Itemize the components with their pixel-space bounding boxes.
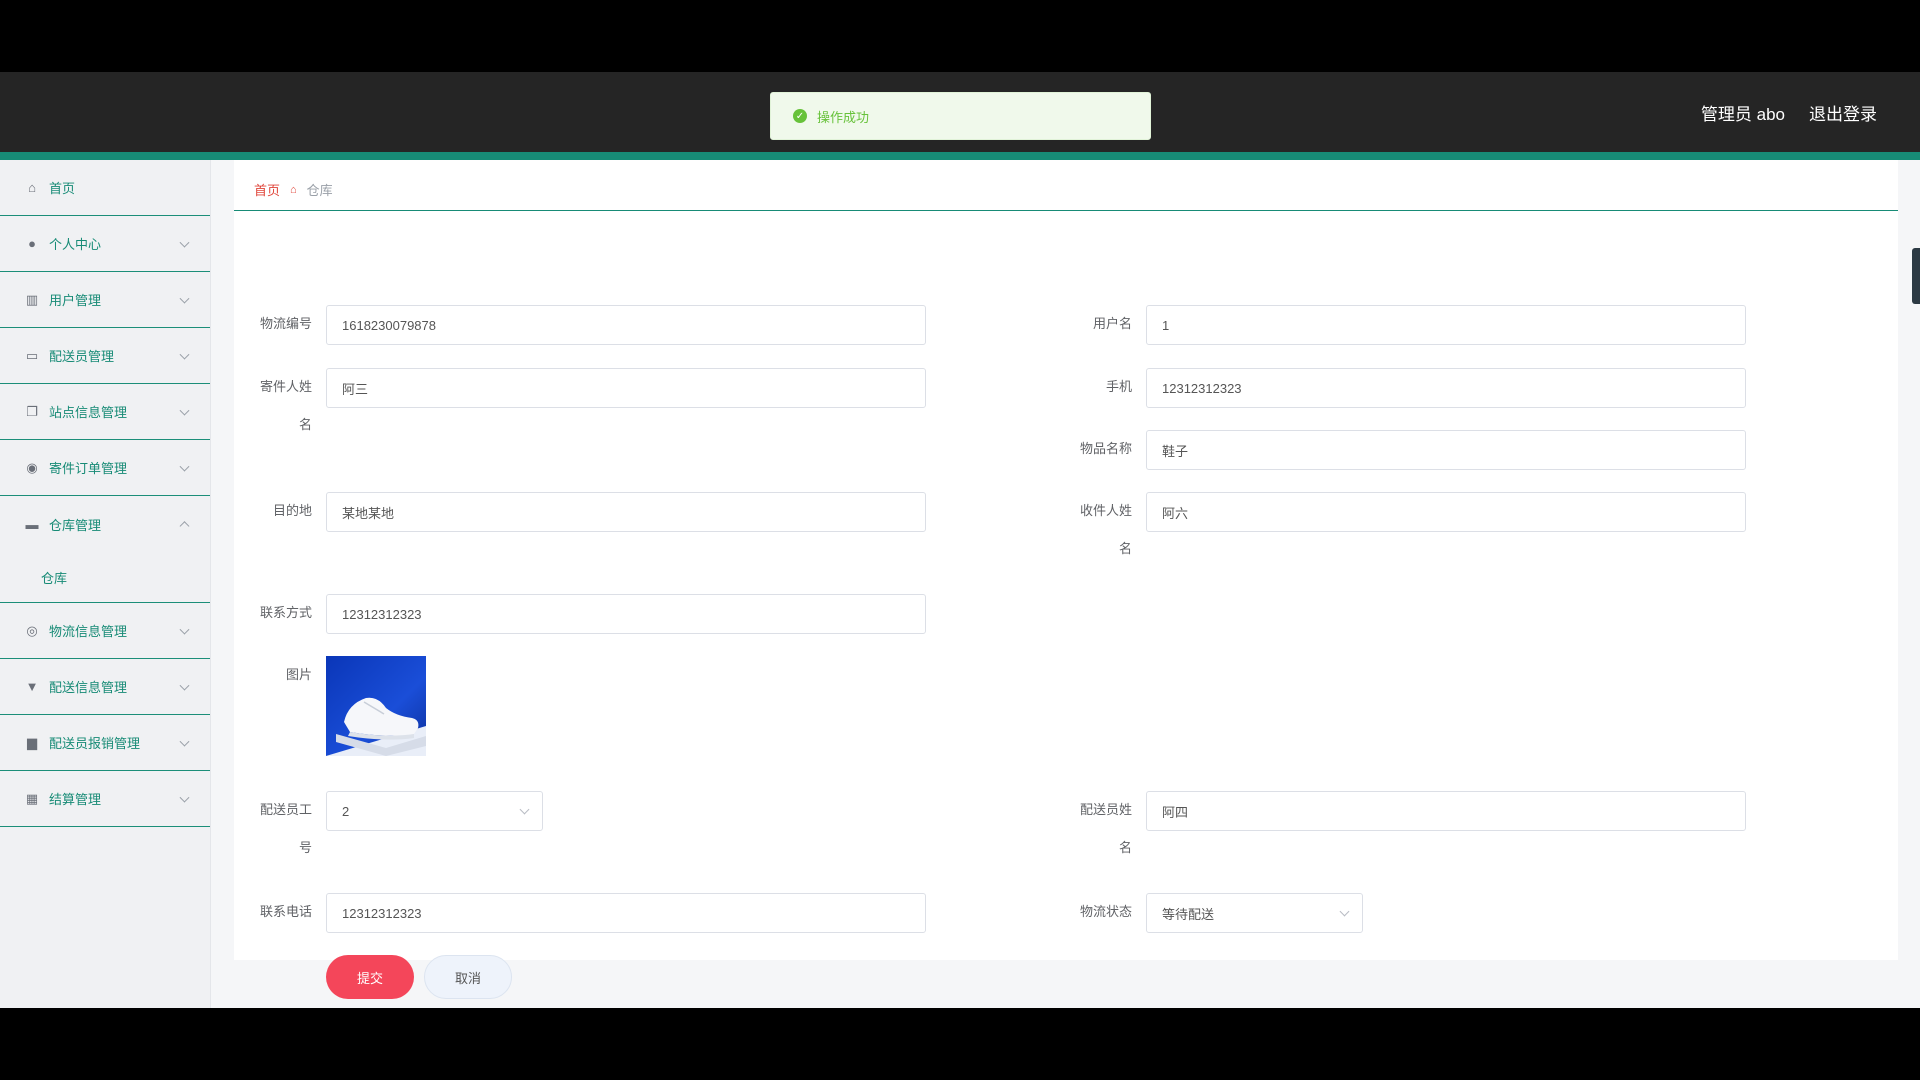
username-label: 用户名 <box>1092 316 1132 331</box>
cancel-button[interactable]: 取消 <box>424 955 512 999</box>
sidebar-item-label: 首页 <box>49 181 76 196</box>
chevron-down-icon <box>179 461 190 472</box>
printer-icon: ▆ <box>27 734 37 750</box>
status-label: 物流状态 <box>1079 904 1132 919</box>
sidebar: ⌂ 首页 ● 个人中心 ▥ 用户管理 ▭ 配送员管理 ❐ 站点信息管理 ◉ 寄件… <box>0 160 211 1008</box>
sidebar-item-label: 寄件订单管理 <box>49 461 128 476</box>
chevron-down-icon <box>179 237 190 248</box>
sidebar-item-label: 配送员管理 <box>49 349 115 364</box>
app-window: ✓ 操作成功 管理员 abo 退出登录 ⌂ 首页 ● 个人中心 ▥ 用户管理 ▭… <box>0 72 1920 1008</box>
briefcase-icon: ▬ <box>25 516 39 532</box>
sidebar-item-label: 结算管理 <box>49 792 102 807</box>
sidebar-item-label: 仓库管理 <box>49 517 102 533</box>
sidebar-item-warehouse[interactable]: ▬ 仓库管理 <box>0 496 210 552</box>
sidebar-item-couriers[interactable]: ▭ 配送员管理 <box>0 328 210 384</box>
sidebar-item-label: 用户管理 <box>49 293 102 308</box>
target-icon: ◎ <box>26 622 38 638</box>
home-icon: ⌂ <box>28 180 36 195</box>
sidebar-item-orders[interactable]: ◉ 寄件订单管理 <box>0 440 210 496</box>
sidebar-item-profile[interactable]: ● 个人中心 <box>0 216 210 272</box>
side-handle[interactable] <box>1912 248 1920 304</box>
copy-icon: ❐ <box>26 403 38 419</box>
phone-label: 手机 <box>1105 379 1132 394</box>
top-bar: ✓ 操作成功 管理员 abo 退出登录 <box>0 72 1920 152</box>
main-panel: 首页 ⌂ 仓库 物流编号 1618230079878 寄件人姓名 阿三 目的地 … <box>234 160 1898 999</box>
courier-id-select[interactable]: 2 <box>326 791 543 831</box>
courier-name-input[interactable]: 阿四 <box>1146 791 1746 831</box>
phone-input[interactable]: 12312312323 <box>1146 368 1746 408</box>
admin-label: 管理员 abo <box>1700 105 1785 124</box>
user-icon: ● <box>28 236 36 251</box>
users-icon: ▥ <box>25 291 39 307</box>
sidebar-item-stations[interactable]: ❐ 站点信息管理 <box>0 384 210 440</box>
success-toast: ✓ 操作成功 <box>770 92 1151 140</box>
grid-icon: ▦ <box>25 790 39 806</box>
chevron-down-icon <box>179 736 190 747</box>
chevron-down-icon <box>519 804 530 815</box>
status-select[interactable]: 等待配送 <box>1146 893 1363 933</box>
tracking-no-input[interactable]: 1618230079878 <box>326 305 926 345</box>
contact-label: 联系方式 <box>259 605 312 620</box>
contact-phone-label: 联系电话 <box>259 904 312 919</box>
check-circle-icon: ✓ <box>793 109 807 123</box>
toast-message: 操作成功 <box>817 109 870 125</box>
product-image[interactable] <box>326 656 426 756</box>
breadcrumb-current: 仓库 <box>306 183 333 198</box>
username-input[interactable]: 1 <box>1146 305 1746 345</box>
sender-name-input[interactable]: 阿三 <box>326 368 926 408</box>
courier-id-value: 2 <box>342 803 350 819</box>
breadcrumb: 首页 ⌂ 仓库 <box>254 180 333 199</box>
recipient-name-label: 收件人姓名 <box>1079 503 1132 556</box>
logout-button[interactable]: 退出登录 <box>1809 100 1877 125</box>
sidebar-item-reimbursement[interactable]: ▆ 配送员报销管理 <box>0 715 210 771</box>
chevron-down-icon <box>1339 906 1350 917</box>
sidebar-item-delivery[interactable]: ▼ 配送信息管理 <box>0 659 210 715</box>
sender-name-label: 寄件人姓名 <box>259 379 312 432</box>
sidebar-item-label: 配送信息管理 <box>49 680 128 695</box>
location-icon: ◉ <box>26 459 38 475</box>
contact-input[interactable]: 12312312323 <box>326 594 926 634</box>
sidebar-item-label: 站点信息管理 <box>49 405 128 420</box>
courier-name-label: 配送员姓名 <box>1079 802 1132 855</box>
courier-id-label: 配送员工号 <box>259 802 312 855</box>
destination-label: 目的地 <box>272 503 312 518</box>
chevron-down-icon <box>179 680 190 691</box>
item-name-input[interactable]: 鞋子 <box>1146 430 1746 470</box>
submit-button[interactable]: 提交 <box>326 955 414 999</box>
status-value: 等待配送 <box>1162 906 1215 922</box>
sidebar-item-label: 个人中心 <box>49 237 102 252</box>
shoe-image <box>326 697 426 756</box>
chevron-down-icon <box>179 293 190 304</box>
id-card-icon: ▭ <box>25 347 39 363</box>
contact-phone-input[interactable]: 12312312323 <box>326 893 926 933</box>
tracking-no-label: 物流编号 <box>259 316 312 331</box>
image-label: 图片 <box>285 667 312 682</box>
sidebar-item-settlement[interactable]: ▦ 结算管理 <box>0 771 210 827</box>
sidebar-item-label: 配送员报销管理 <box>49 736 141 751</box>
top-bar-stripe <box>0 152 1920 160</box>
sidebar-item-label: 物流信息管理 <box>49 624 128 639</box>
chevron-down-icon <box>179 792 190 803</box>
destination-input[interactable]: 某地某地 <box>326 492 926 532</box>
sidebar-item-users[interactable]: ▥ 用户管理 <box>0 272 210 328</box>
sidebar-subitem-warehouse[interactable]: 仓库 <box>0 552 210 603</box>
breadcrumb-home[interactable]: 首页 <box>254 180 280 199</box>
recipient-name-input[interactable]: 阿六 <box>1146 492 1746 532</box>
item-name-label: 物品名称 <box>1079 441 1132 456</box>
chevron-down-icon <box>179 349 190 360</box>
chevron-down-icon <box>179 624 190 635</box>
sidebar-item-logistics[interactable]: ◎ 物流信息管理 <box>0 603 210 659</box>
chevron-down-icon <box>179 405 190 416</box>
stamp-icon: ▼ <box>25 679 39 694</box>
home-icon: ⌂ <box>290 183 297 196</box>
sidebar-item-home[interactable]: ⌂ 首页 <box>0 160 210 216</box>
breadcrumb-divider <box>234 210 1898 211</box>
chevron-up-icon <box>179 521 190 532</box>
